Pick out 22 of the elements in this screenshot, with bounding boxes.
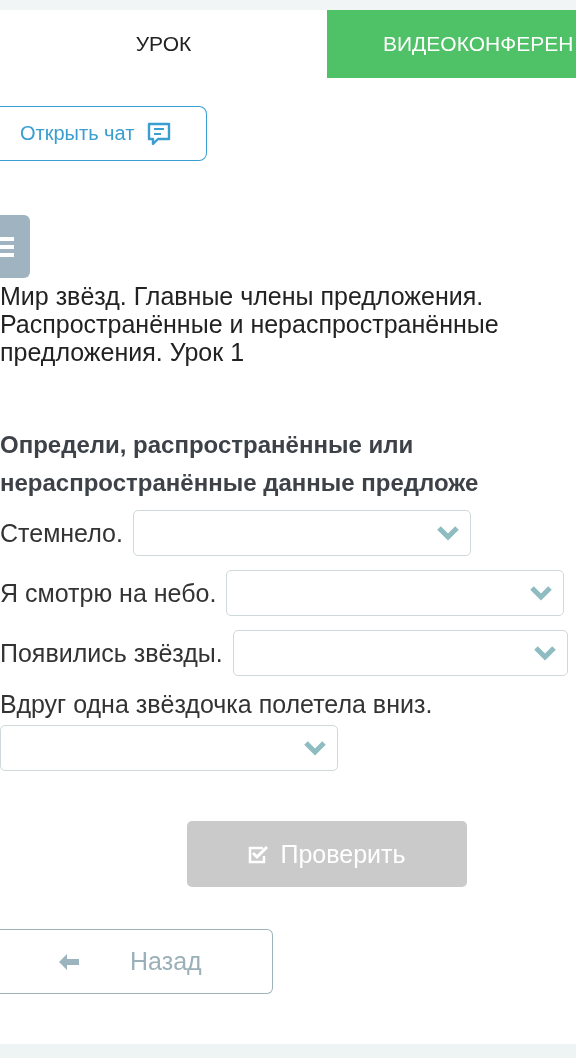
- answer-dropdown[interactable]: [232, 630, 568, 676]
- answer-dropdown[interactable]: [0, 725, 338, 771]
- arrow-left-icon: [58, 952, 80, 971]
- lesson-title: Мир звёзд. Главные члены предложения. Распространённые и нераспространённые предложения. Урок 1: [0, 282, 500, 366]
- tab[interactable]: ВИДЕОКОНФЕРЕН: [327, 10, 576, 78]
- back-button[interactable]: Назад: [0, 929, 273, 994]
- sentence-text: Я смотрю на небо.: [0, 578, 217, 608]
- answer-dropdown[interactable]: [132, 510, 471, 556]
- chevron-down-icon: [533, 645, 557, 661]
- answer-dropdown[interactable]: [226, 570, 565, 616]
- sentence-text: Вдруг одна звёздочка полетела вниз.: [0, 690, 433, 719]
- question-text: Определи, распространённые или нераспространённые данные предложе: [0, 430, 480, 498]
- chevron-down-icon: [529, 585, 554, 601]
- menu-button[interactable]: [0, 215, 30, 278]
- checkbox-icon: [248, 844, 271, 864]
- menu-icon: [0, 235, 14, 258]
- chat-icon: [146, 120, 173, 147]
- open-chat-button[interactable]: Открыть чат: [0, 106, 207, 161]
- chevron-down-icon: [303, 740, 327, 756]
- chevron-down-icon: [435, 525, 460, 541]
- sentence-text: Появились звёзды.: [0, 638, 223, 668]
- sentence-text: Стемнело.: [0, 518, 123, 548]
